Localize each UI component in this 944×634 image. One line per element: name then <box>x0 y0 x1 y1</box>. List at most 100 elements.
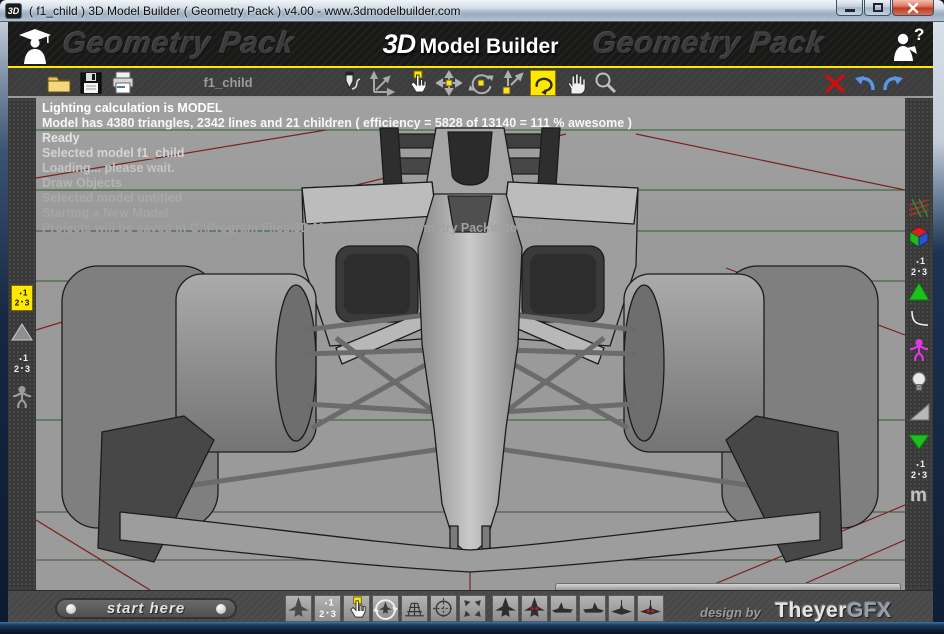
view-top-icon <box>493 596 518 621</box>
app-icon: 3D <box>5 3 22 19</box>
jet-rotate-icon <box>373 596 398 621</box>
numbers-123-button[interactable] <box>314 595 341 622</box>
triangle-corner-icon <box>908 400 930 424</box>
sidebar-right: m <box>905 98 933 590</box>
toolbar: f1_child <box>8 68 933 98</box>
rotate-orbit-icon <box>468 70 494 96</box>
horizontal-scrollbar-thumb[interactable] <box>555 583 901 590</box>
scale-tool-button[interactable] <box>500 70 526 96</box>
jet-model-button[interactable] <box>285 595 312 622</box>
figure-magenta-icon <box>908 338 930 362</box>
status-message: Loading... please wait. <box>42 161 632 176</box>
transform-axes-icon <box>370 70 396 96</box>
numbers-123-button[interactable] <box>11 352 33 376</box>
numbers-123-button[interactable] <box>908 458 930 482</box>
select-pointer-icon <box>404 70 430 96</box>
open-folder-button[interactable] <box>46 70 72 96</box>
maximize-icon <box>873 3 883 12</box>
view-side-left-button[interactable] <box>550 595 577 622</box>
figure-person-icon <box>11 385 33 409</box>
app-banner: Geometry Pack Geometry Pack 3D Model Bui… <box>8 22 933 66</box>
transform-axes-button[interactable] <box>370 70 396 96</box>
close-button[interactable] <box>892 0 934 16</box>
design-by-label: design by <box>700 605 761 620</box>
nose-cone <box>418 194 522 556</box>
view-bottom-icon <box>522 596 547 621</box>
triangle-up-green-button[interactable] <box>908 280 930 304</box>
viewport-3d[interactable]: Lighting calculation is MODELModel has 4… <box>36 98 905 590</box>
triangle-flat-button[interactable] <box>11 320 33 344</box>
select-pointer-button[interactable] <box>404 70 430 96</box>
numbers-123-button[interactable] <box>908 255 930 279</box>
letter-m-button[interactable]: m <box>908 482 930 506</box>
sidebar-left <box>8 98 36 590</box>
view-front-button[interactable] <box>608 595 635 622</box>
perspective-grid-button[interactable] <box>908 196 930 220</box>
view-front-icon <box>609 596 634 621</box>
save-button[interactable] <box>78 70 104 96</box>
rotate-active-button[interactable] <box>530 70 556 96</box>
rgb-cube-icon <box>908 225 930 249</box>
rotate-active-icon <box>531 71 555 95</box>
start-here-button[interactable]: start here <box>55 598 237 619</box>
rgb-cube-button[interactable] <box>908 225 930 249</box>
move-tool-button[interactable] <box>436 70 462 96</box>
status-message: Lighting calculation is MODEL <box>42 101 632 116</box>
curve-line-button[interactable] <box>908 308 930 332</box>
titlebar[interactable]: 3D ( f1_child ) 3D Model Builder ( Geome… <box>0 0 944 22</box>
triangle-down-green-button[interactable] <box>908 430 930 454</box>
select-pointer-icon <box>344 596 369 621</box>
collapse-arrows-button[interactable] <box>459 595 486 622</box>
printer-icon <box>110 70 136 96</box>
perspective-mesh-button[interactable] <box>401 595 428 622</box>
points-123-active-button[interactable] <box>11 285 33 311</box>
view-rear-button[interactable] <box>637 595 664 622</box>
triangle-corner-button[interactable] <box>908 400 930 424</box>
figure-person-button[interactable] <box>11 385 33 409</box>
numbers-123-icon <box>908 255 930 279</box>
letter-m-icon: m <box>908 482 930 506</box>
front-wheel-right <box>624 274 764 452</box>
start-here-label: start here <box>57 600 235 617</box>
zoom-button[interactable] <box>593 70 619 96</box>
view-top-button[interactable] <box>492 595 519 622</box>
status-message: Ready <box>42 131 632 146</box>
figure-magenta-button[interactable] <box>908 338 930 362</box>
svg-text:m: m <box>910 485 927 506</box>
bottombar: start here <box>8 590 933 622</box>
jet-rotate-button[interactable] <box>372 595 399 622</box>
crosshair-target-icon <box>431 596 456 621</box>
move-icon <box>436 70 462 96</box>
light-bulb-button[interactable] <box>908 370 930 394</box>
status-message: Projects will be saved in C:\Program Fil… <box>42 221 632 236</box>
draw-pen-button[interactable] <box>338 70 364 96</box>
numbers-123-icon <box>908 458 930 482</box>
jet-top-icon <box>286 596 311 621</box>
window-border-left <box>0 22 8 622</box>
rotate-orbit-button[interactable] <box>468 70 494 96</box>
crosshair-target-button[interactable] <box>430 595 457 622</box>
front-wheel-left <box>176 274 316 452</box>
open-folder-icon <box>46 70 72 96</box>
triangle-flat-icon <box>11 320 33 344</box>
delete-button[interactable] <box>822 70 848 96</box>
minimize-button[interactable] <box>836 0 863 16</box>
select-pointer-button[interactable] <box>343 595 370 622</box>
design-credit: design by TheyerGFX <box>700 599 892 623</box>
undo-icon <box>852 70 878 96</box>
view-side-right-button[interactable] <box>579 595 606 622</box>
triangle-up-green-icon <box>908 280 930 304</box>
help-thinker-icon[interactable]: ? <box>889 25 927 63</box>
redo-button[interactable] <box>880 70 906 96</box>
view-bottom-button[interactable] <box>521 595 548 622</box>
print-button[interactable] <box>110 70 136 96</box>
undo-button[interactable] <box>852 70 878 96</box>
help-question-glyph: ? <box>914 25 924 44</box>
current-model-label: f1_child <box>168 75 288 90</box>
pan-hand-button[interactable] <box>562 70 588 96</box>
numbers-123-icon <box>315 596 340 621</box>
scale-icon <box>500 70 526 96</box>
window-border-bottom <box>0 622 944 634</box>
maximize-button[interactable] <box>864 0 891 16</box>
window-controls <box>836 0 934 16</box>
